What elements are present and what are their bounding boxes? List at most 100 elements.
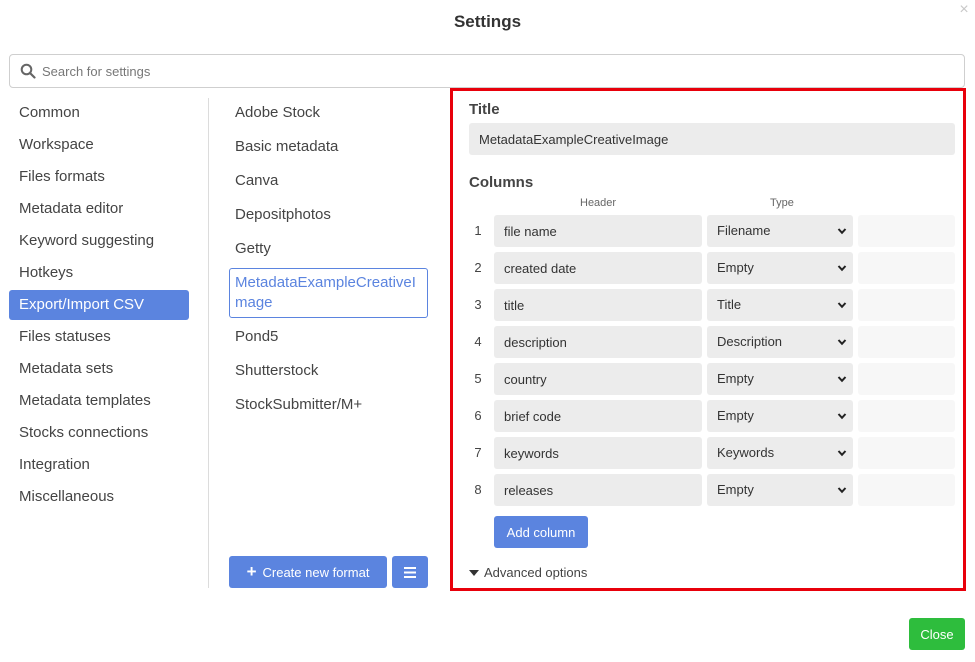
type-select-value: Empty — [717, 482, 754, 497]
search-icon — [20, 63, 36, 79]
chevron-down-icon — [837, 265, 847, 272]
row-extra-field[interactable] — [858, 474, 955, 506]
row-extra-field[interactable] — [858, 252, 955, 284]
format-item-depositphotos[interactable]: Depositphotos — [229, 200, 428, 230]
add-column-button[interactable]: Add column — [494, 516, 588, 548]
nav-item-files-statuses[interactable]: Files statuses — [9, 322, 189, 352]
type-select[interactable]: Empty — [707, 363, 853, 395]
format-item-getty[interactable]: Getty — [229, 234, 428, 264]
settings-nav: Common Workspace Files formats Metadata … — [9, 98, 189, 514]
format-title-input[interactable] — [469, 123, 955, 155]
format-item-metadata-example[interactable]: MetadataExampleCreativeImage — [229, 268, 428, 318]
row-number: 8 — [474, 482, 482, 497]
column-row: 1 File name — [469, 215, 955, 247]
column-row: 6 Empty — [469, 400, 955, 432]
nav-item-miscellaneous[interactable]: Miscellaneous — [9, 482, 189, 512]
header-input[interactable] — [494, 252, 702, 284]
row-extra-field[interactable] — [858, 289, 955, 321]
format-item-adobe-stock[interactable]: Adobe Stock — [229, 98, 428, 128]
nav-item-metadata-templates[interactable]: Metadata templates — [9, 386, 189, 416]
column-row: 8 Empty — [469, 474, 955, 506]
type-select[interactable]: Description — [707, 326, 853, 358]
divider — [208, 98, 209, 588]
chevron-down-icon — [837, 228, 847, 235]
header-input[interactable] — [494, 400, 702, 432]
format-menu-button[interactable] — [392, 556, 428, 588]
header-input[interactable] — [494, 289, 702, 321]
chevron-down-icon — [837, 302, 847, 309]
column-row: 3 Title — [469, 289, 955, 321]
column-row: 4 Description — [469, 326, 955, 358]
format-item-basic-metadata[interactable]: Basic metadata — [229, 132, 428, 162]
row-extra-field[interactable] — [858, 326, 955, 358]
advanced-options-toggle[interactable]: Advanced options — [469, 565, 587, 580]
hamburger-icon — [404, 566, 416, 578]
type-select[interactable]: Title — [707, 289, 853, 321]
row-extra-field[interactable] — [858, 215, 955, 247]
nav-item-export-import-csv[interactable]: Export/Import CSV — [9, 290, 189, 320]
close-button[interactable]: Close — [909, 618, 965, 650]
type-select-value: Empty — [717, 260, 754, 275]
column-row: 7 Keywords — [469, 437, 955, 469]
header-input[interactable] — [494, 326, 702, 358]
header-input[interactable] — [494, 474, 702, 506]
title-label: Title — [469, 101, 500, 118]
format-item-pond5[interactable]: Pond5 — [229, 322, 428, 352]
nav-item-stocks-connections[interactable]: Stocks connections — [9, 418, 189, 448]
close-icon[interactable]: × — [957, 2, 971, 18]
type-select[interactable]: Filename — [707, 215, 853, 247]
type-select-value: Empty — [717, 408, 754, 423]
type-select-value: Keywords — [717, 445, 775, 460]
nav-item-metadata-sets[interactable]: Metadata sets — [9, 354, 189, 384]
format-item-shutterstock[interactable]: Shutterstock — [229, 356, 428, 386]
type-select-value: Title — [717, 297, 742, 312]
format-list: Adobe Stock Basic metadata Canva Deposit… — [229, 98, 428, 424]
nav-item-common[interactable]: Common — [9, 98, 189, 128]
row-extra-field[interactable] — [858, 437, 955, 469]
row-number: 2 — [474, 260, 482, 275]
type-select[interactable]: Keywords — [707, 437, 853, 469]
chevron-down-icon — [837, 450, 847, 457]
header-input[interactable] — [494, 363, 702, 395]
row-extra-field[interactable] — [858, 400, 955, 432]
nav-item-workspace[interactable]: Workspace — [9, 130, 189, 160]
format-editor-panel: Title Columns Header Type 1 Filename 2 E… — [450, 88, 966, 591]
nav-item-metadata-editor[interactable]: Metadata editor — [9, 194, 189, 224]
search-bar — [9, 54, 965, 88]
format-item-stocksubmitter[interactable]: StockSubmitter/M+ — [229, 390, 428, 420]
type-select-value: Description — [717, 334, 783, 349]
columns-label: Columns — [469, 174, 534, 191]
chevron-down-icon — [837, 376, 847, 383]
dialog-title: Settings — [453, 12, 522, 31]
type-column-heading: Type — [770, 197, 794, 209]
column-row: 2 Empty — [469, 252, 955, 284]
chevron-down-icon — [837, 487, 847, 494]
header-column-heading: Header — [580, 197, 617, 209]
row-number: 7 — [474, 445, 482, 460]
row-number: 3 — [474, 297, 482, 312]
advanced-options-label: Advanced options — [484, 565, 588, 580]
nav-item-hotkeys[interactable]: Hotkeys — [9, 258, 189, 288]
row-number: 6 — [474, 408, 482, 423]
chevron-down-icon — [837, 413, 847, 420]
search-input[interactable] — [42, 63, 942, 79]
type-select[interactable]: Empty — [707, 474, 853, 506]
row-extra-field[interactable] — [858, 363, 955, 395]
create-new-format-label: Create new format — [262, 564, 370, 580]
type-select[interactable]: Empty — [707, 400, 853, 432]
nav-item-integration[interactable]: Integration — [9, 450, 189, 480]
create-new-format-button[interactable]: + Create new format — [229, 556, 387, 588]
header-input[interactable] — [494, 215, 702, 247]
type-select-value: Empty — [717, 371, 754, 386]
header-input[interactable] — [494, 437, 702, 469]
format-item-canva[interactable]: Canva — [229, 166, 428, 196]
type-select[interactable]: Empty — [707, 252, 853, 284]
nav-item-keyword-suggesting[interactable]: Keyword suggesting — [9, 226, 189, 256]
row-number: 5 — [474, 371, 482, 386]
plus-icon: + — [246, 562, 257, 581]
nav-item-files-formats[interactable]: Files formats — [9, 162, 189, 192]
column-row: 5 Empty — [469, 363, 955, 395]
type-select-value: Filename — [717, 223, 771, 238]
row-number: 1 — [474, 223, 482, 238]
chevron-down-icon — [837, 339, 847, 346]
